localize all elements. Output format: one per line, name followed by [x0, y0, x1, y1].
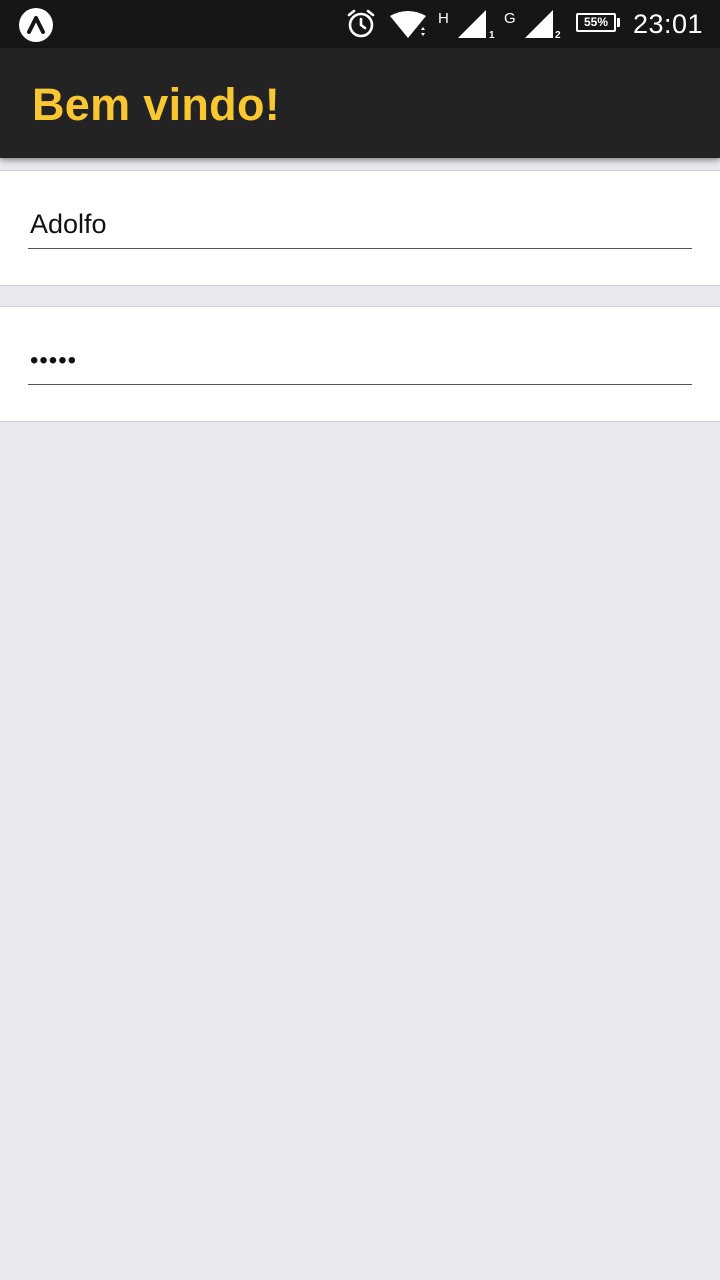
sim-label-2: 2 [555, 30, 561, 41]
battery-tip [617, 18, 620, 27]
clock-time: 23:01 [633, 9, 704, 39]
status-bar: H 1 G 2 55% 23:01 [0, 0, 720, 48]
app-notification-icon [19, 8, 53, 42]
network-type-label-2: G [504, 10, 516, 27]
password-card [0, 306, 720, 422]
username-card [0, 170, 720, 286]
battery-icon: 55% [576, 13, 616, 32]
password-input[interactable] [28, 337, 692, 385]
signal-icon-sim1 [458, 10, 486, 38]
username-input[interactable] [28, 201, 692, 249]
page-title: Bem vindo! [32, 79, 281, 130]
alarm-icon [347, 9, 375, 38]
wifi-icon [390, 11, 426, 38]
signal-icon-sim2 [525, 10, 553, 38]
sim-label-1: 1 [489, 30, 495, 41]
battery-level: 55% [583, 15, 609, 29]
app-header: Bem vindo! [0, 48, 720, 158]
network-type-label-1: H [438, 10, 449, 27]
